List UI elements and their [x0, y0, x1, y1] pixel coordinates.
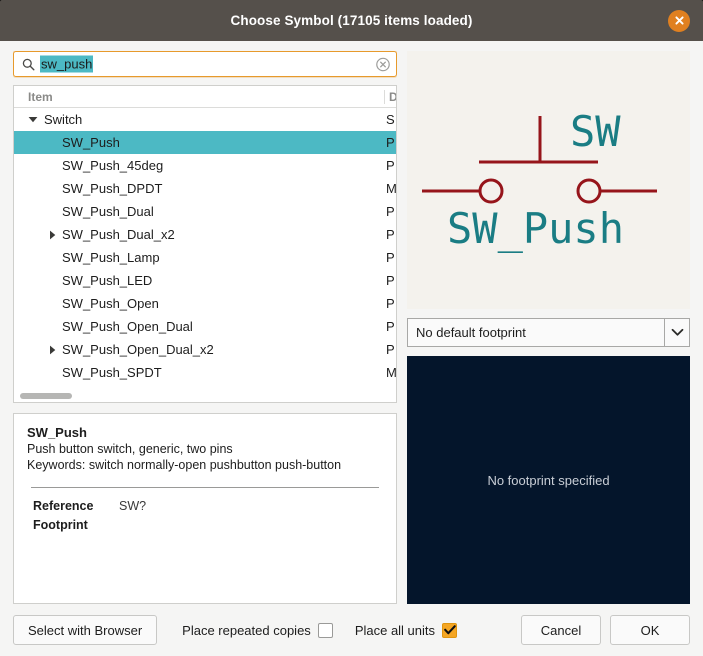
place-repeated-copies-option[interactable]: Place repeated copies — [182, 622, 333, 638]
symbol-details-panel: SW_Push Push button switch, generic, two… — [13, 413, 397, 604]
tree-row-label: SW_Push_SPDT — [62, 365, 162, 380]
place-all-units-checkbox[interactable] — [442, 622, 458, 638]
tree-row-description: P — [386, 135, 395, 150]
tree-row[interactable]: SW_Push_Open P — [14, 292, 396, 315]
tree-row-description: P — [386, 319, 395, 334]
tree-row-description: P — [386, 158, 395, 173]
right-column: SW SW_Push No default footprint No footp… — [407, 51, 690, 604]
footprint-preview-canvas[interactable]: No footprint specified — [407, 356, 690, 604]
tree-row-label: SW_Push_Lamp — [62, 250, 160, 265]
details-description: Push button switch, generic, two pins — [27, 442, 233, 456]
details-keywords: Keywords: switch normally-open pushbutto… — [27, 458, 342, 472]
details-field-reference: Reference SW? — [27, 498, 383, 514]
tree-rows: Switch S SW_Push P SW_Push_45deg P SW_Push_DPD… — [14, 108, 396, 402]
tree-row-description: S — [386, 112, 395, 127]
tree-row[interactable]: SW_Push_Dual_x2 P — [14, 223, 396, 246]
tree-row[interactable]: SW_Push P — [14, 131, 396, 154]
cancel-button[interactable]: Cancel — [521, 615, 601, 645]
ok-button[interactable]: OK — [610, 615, 690, 645]
select-with-browser-button[interactable]: Select with Browser — [13, 615, 158, 645]
tree-row[interactable]: SW_Push_LED P — [14, 269, 396, 292]
svg-text:SW: SW — [570, 107, 621, 156]
tree-row-label: SW_Push_Open — [62, 296, 159, 311]
chevron-right-icon[interactable] — [45, 343, 59, 357]
details-field-name: Reference — [33, 499, 94, 513]
dialog-button-bar: Select with Browser Place repeated copie… — [0, 604, 703, 656]
dialog-body: sw_push Item D SwitchSSW_PushPSW_Push_ — [0, 41, 703, 656]
tree-row[interactable]: SW_Push_Dual P — [14, 200, 396, 223]
tree-row-label: SW_Push_Open_Dual — [62, 319, 193, 334]
svg-text:SW_Push: SW_Push — [447, 204, 624, 253]
tree-row[interactable]: Switch S — [14, 108, 396, 131]
details-field-value: SW? — [119, 499, 147, 513]
tree-row-description: P — [386, 273, 395, 288]
tree-row[interactable]: SW_Push_SPDT M — [14, 361, 396, 384]
tree-row-label: SW_Push_Open_Dual_x2 — [62, 342, 214, 357]
details-title: SW_Push — [27, 425, 87, 440]
close-icon[interactable] — [668, 9, 690, 32]
tree-row[interactable]: SW_Push_Lamp P — [14, 246, 396, 269]
details-divider — [31, 487, 379, 488]
tree-row-label: SW_Push — [62, 135, 120, 150]
dialog-titlebar: Choose Symbol (17105 items loaded) — [0, 0, 703, 41]
tree-row-label: SW_Push_DPDT — [62, 181, 163, 196]
tree-row-description: P — [386, 296, 395, 311]
details-field-name: Footprint — [33, 518, 88, 532]
choose-symbol-dialog: Choose Symbol (17105 items loaded) sw_pu… — [0, 0, 703, 656]
tree-row-description: P — [386, 250, 395, 265]
tree-row-label: Switch — [44, 112, 83, 127]
clear-icon[interactable] — [375, 57, 390, 72]
place-all-units-option[interactable]: Place all units — [354, 622, 458, 638]
search-input[interactable]: sw_push — [40, 55, 94, 73]
tree-row-description: P — [386, 227, 395, 242]
footprint-empty-message: No footprint specified — [487, 472, 610, 488]
place-repeated-copies-checkbox[interactable] — [317, 622, 333, 638]
search-field[interactable]: sw_push — [13, 51, 397, 77]
tree-horizontal-scrollbar-thumb[interactable] — [20, 393, 72, 399]
tree-row-label: SW_Push_LED — [62, 273, 153, 288]
tree-row[interactable]: SW_Push_DPDT M — [14, 177, 396, 200]
chevron-down-icon[interactable] — [26, 113, 40, 127]
tree-row-description: P — [386, 342, 395, 357]
tree-row-description: M — [386, 365, 396, 380]
tree-header: Item D — [14, 86, 396, 108]
place-repeated-copies-label: Place repeated copies — [182, 622, 311, 638]
left-column: sw_push Item D SwitchSSW_PushPSW_Push_ — [13, 51, 397, 604]
tree-row-label: SW_Push_Dual_x2 — [62, 227, 175, 242]
search-icon — [21, 57, 35, 71]
chevron-down-icon[interactable] — [664, 318, 690, 347]
tree-row-label: SW_Push_45deg — [62, 158, 164, 173]
footprint-selector[interactable]: No default footprint — [407, 318, 690, 347]
column-header-description[interactable]: D — [384, 89, 396, 104]
tree-row[interactable]: SW_Push_Open_Dual_x2 P — [14, 338, 396, 361]
tree-horizontal-scrollbar[interactable] — [14, 390, 396, 402]
footprint-selected-value[interactable]: No default footprint — [407, 318, 664, 347]
place-all-units-label: Place all units — [354, 622, 436, 638]
symbol-tree-panel: Item D SwitchSSW_PushPSW_Push_45degPSW_P… — [13, 85, 397, 403]
tree-row[interactable]: SW_Push_45deg P — [14, 154, 396, 177]
tree-row-description: M — [386, 181, 396, 196]
column-header-item[interactable]: Item — [14, 90, 384, 104]
tree-row[interactable]: SW_Push_Open_Dual P — [14, 315, 396, 338]
dialog-title: Choose Symbol (17105 items loaded) — [230, 13, 473, 28]
symbol-preview-canvas[interactable]: SW SW_Push — [407, 51, 690, 309]
tree-row-description: P — [386, 204, 395, 219]
chevron-right-icon[interactable] — [45, 228, 59, 242]
details-field-footprint: Footprint — [27, 517, 383, 533]
content-area: sw_push Item D SwitchSSW_PushPSW_Push_ — [0, 41, 703, 604]
tree-row-label: SW_Push_Dual — [62, 204, 154, 219]
